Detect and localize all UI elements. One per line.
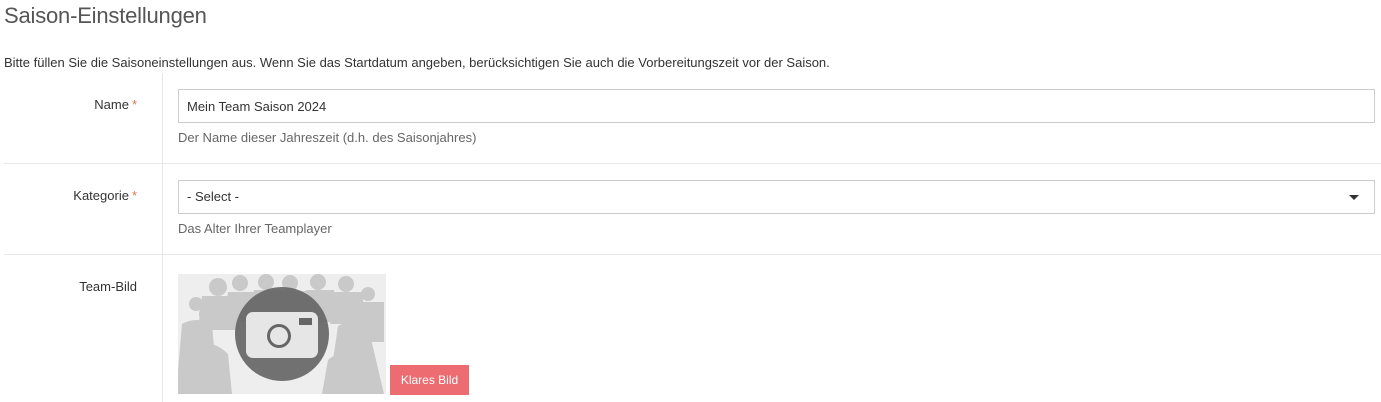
name-help-text: Der Name dieser Jahreszeit (d.h. des Sai…: [178, 130, 477, 145]
team-image-wrap: Klares Bild: [178, 274, 478, 399]
category-help-text: Das Alter Ihrer Teamplayer: [178, 221, 332, 236]
clear-image-button[interactable]: Klares Bild: [390, 365, 469, 395]
required-marker: *: [131, 188, 137, 203]
team-silhouette-icon: [178, 274, 386, 394]
team-image-label: Team-Bild: [4, 255, 163, 402]
chevron-down-icon: [1349, 195, 1359, 200]
category-select[interactable]: - Select -: [178, 180, 1375, 214]
required-marker: *: [131, 97, 137, 112]
form-row-team-image: Team-Bild Klares Bild: [4, 255, 1381, 402]
category-label: Kategorie *: [4, 164, 163, 254]
name-label-text: Name: [94, 97, 129, 112]
team-image-label-text: Team-Bild: [79, 279, 137, 294]
name-label: Name *: [4, 73, 163, 163]
page-title: Saison-Einstellungen: [4, 3, 207, 28]
form-row-category: Kategorie * - Select - Das Alter Ihrer Te…: [4, 164, 1381, 255]
team-image-field-col: Klares Bild: [163, 255, 1381, 402]
team-image-placeholder[interactable]: [178, 274, 386, 394]
category-field-col: - Select - Das Alter Ihrer Teamplayer: [163, 164, 1381, 254]
name-input[interactable]: [178, 89, 1375, 123]
intro-text: Bitte füllen Sie die Saisoneinstellungen…: [4, 55, 830, 70]
name-field-col: Der Name dieser Jahreszeit (d.h. des Sai…: [163, 73, 1381, 163]
category-label-text: Kategorie: [73, 188, 129, 203]
season-settings-form: Name* Der Name dieser Jahreszeit (d.h. d…: [4, 73, 1381, 402]
category-selected-value: - Select -: [187, 189, 240, 204]
form-row-name: Name* Der Name dieser Jahreszeit (d.h. d…: [4, 73, 1381, 164]
